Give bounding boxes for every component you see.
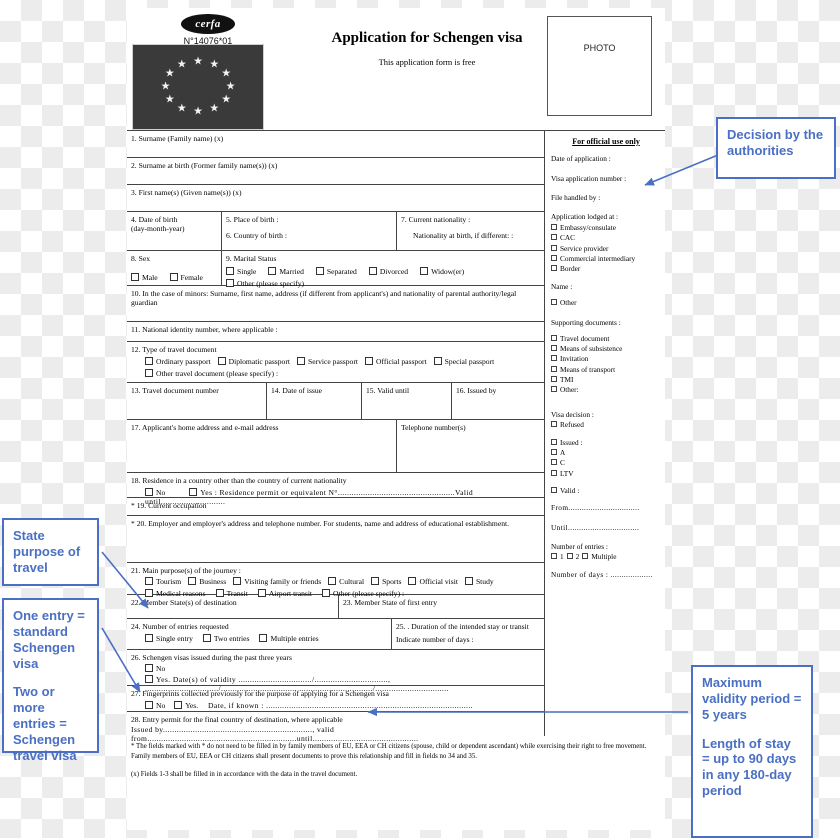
annotation-validity-and-stay: Maximum validity period = 5 years Length… xyxy=(691,665,813,838)
arrow-decision xyxy=(644,154,719,186)
annotation-entries: One entry = standard Schengen visa Two o… xyxy=(2,598,99,763)
annotation-one-entry-text: One entry = standard Schengen visa xyxy=(13,608,85,671)
annotation-state-purpose: State purpose of travel xyxy=(2,518,99,586)
arrow-purpose xyxy=(101,551,149,609)
arrow-entries xyxy=(101,627,141,693)
annotation-validity-text: Maximum validity period = 5 years xyxy=(702,675,802,722)
annotation-two-entries-text: Two or more entries = Schengen travel vi… xyxy=(13,684,77,763)
annotation-decision-by-authorities: Decision by the authorities xyxy=(716,117,836,179)
annotation-decision-text: Decision by the authorities xyxy=(727,127,824,158)
annotation-length-of-stay-text: Length of stay = up to 90 days in any 18… xyxy=(702,735,797,799)
annotation-purpose-text: State purpose of travel xyxy=(13,528,81,575)
